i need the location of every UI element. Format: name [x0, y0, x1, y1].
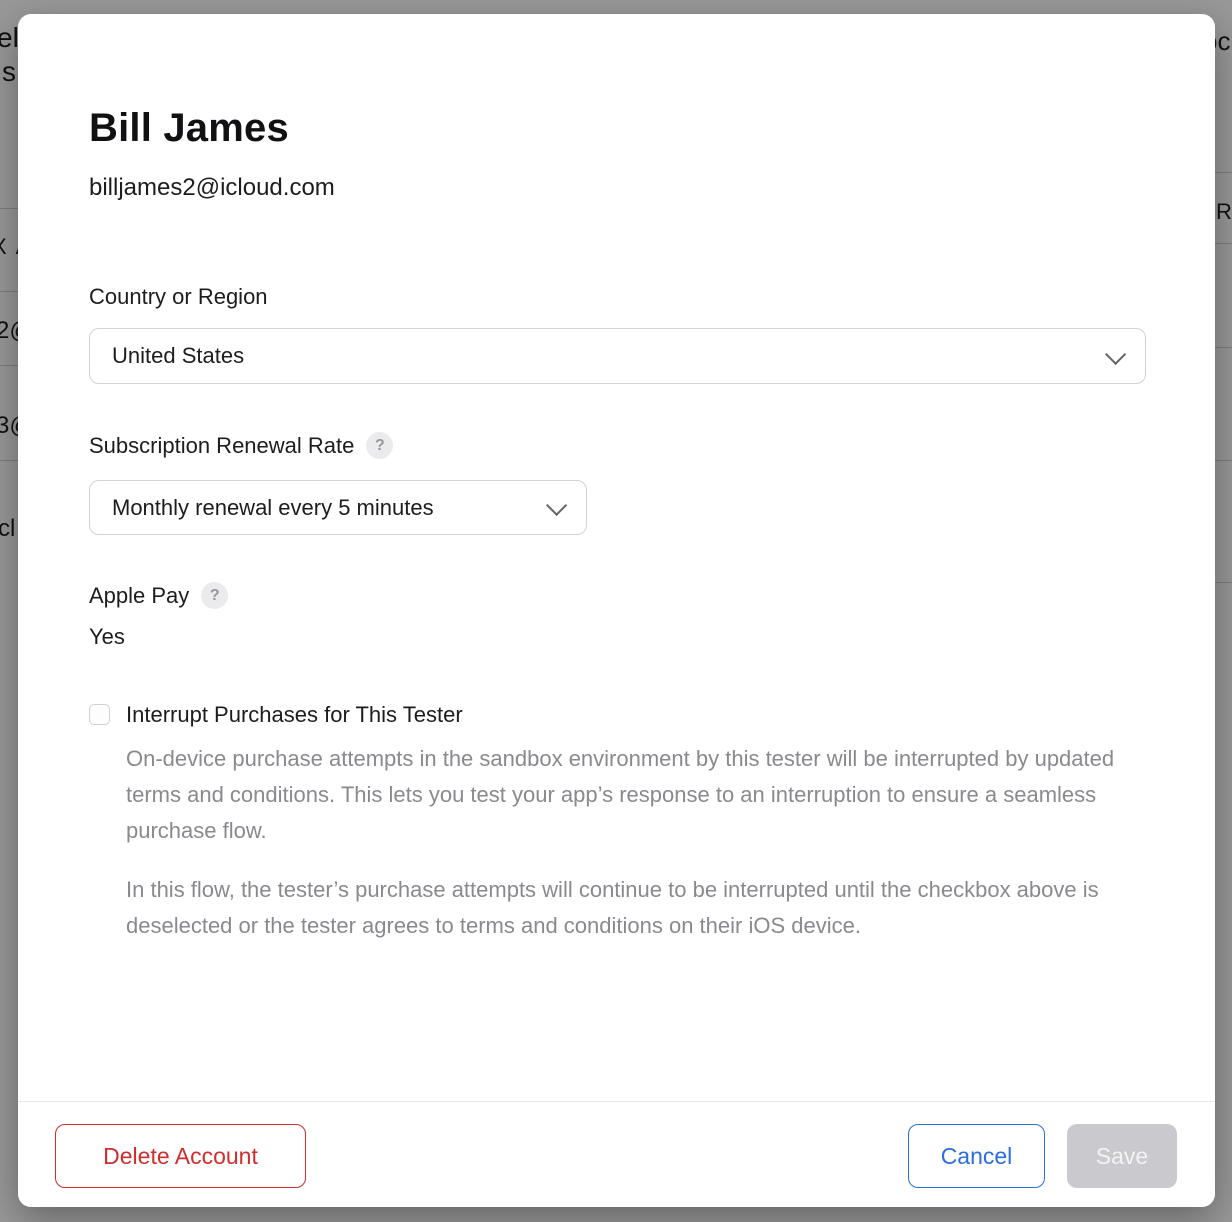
dialog-title: Bill James [89, 106, 289, 151]
footer-divider [18, 1101, 1215, 1102]
apple-pay-label-row: Apple Pay ? [89, 582, 228, 609]
country-region-value: United States [112, 343, 244, 369]
chevron-down-icon [1105, 343, 1126, 364]
help-icon[interactable]: ? [366, 432, 393, 459]
renewal-rate-label: Subscription Renewal Rate [89, 433, 354, 459]
cancel-button[interactable]: Cancel [908, 1124, 1045, 1188]
apple-pay-label: Apple Pay [89, 583, 189, 609]
interrupt-purchases-checkbox[interactable] [89, 704, 110, 725]
renewal-rate-value: Monthly renewal every 5 minutes [112, 495, 434, 521]
chevron-down-icon [546, 495, 567, 516]
renewal-rate-select[interactable]: Monthly renewal every 5 minutes [89, 480, 587, 535]
tester-email: billjames2@icloud.com [89, 174, 335, 202]
interrupt-purchases-label[interactable]: Interrupt Purchases for This Tester [126, 702, 463, 728]
edit-tester-dialog: Bill James billjames2@icloud.com Country… [18, 14, 1215, 1207]
delete-account-button[interactable]: Delete Account [55, 1124, 306, 1188]
help-icon[interactable]: ? [201, 582, 228, 609]
country-region-label: Country or Region [89, 284, 268, 310]
country-region-select[interactable]: United States [89, 328, 1146, 384]
interrupt-description-1: On-device purchase attempts in the sandb… [126, 741, 1148, 849]
apple-pay-value: Yes [89, 624, 125, 650]
interrupt-description-2: In this flow, the tester’s purchase atte… [126, 872, 1148, 944]
save-button[interactable]: Save [1067, 1124, 1177, 1188]
renewal-rate-label-row: Subscription Renewal Rate ? [89, 432, 393, 459]
